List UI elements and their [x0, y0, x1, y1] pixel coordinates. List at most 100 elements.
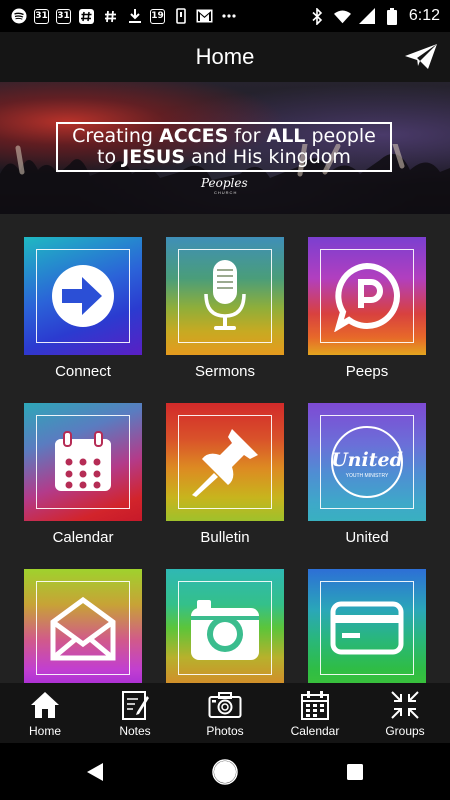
tile-label: Sermons — [194, 363, 256, 380]
calendar-icon — [298, 689, 332, 721]
tile-image — [166, 569, 284, 684]
nav-calendar[interactable]: Calendar — [270, 683, 360, 743]
nav-photos[interactable]: Photos — [180, 683, 270, 743]
tile-frame — [36, 581, 130, 675]
home-system-button[interactable] — [160, 758, 290, 785]
tile-label: Bulletin — [200, 529, 250, 546]
nav-label: Photos — [206, 724, 244, 738]
tagline-bold: JESUS — [122, 146, 186, 168]
tagline-line-2: to JESUS and His kingdom — [97, 147, 351, 168]
tile-image — [24, 403, 142, 521]
signal-icon — [359, 8, 376, 25]
tile-calendar[interactable]: Calendar — [24, 403, 144, 546]
home-icon — [28, 689, 62, 721]
camera-icon — [208, 689, 242, 721]
tagline-text: for — [228, 125, 267, 147]
banner-tagline: Creating ACCES for ALL people to JESUS a… — [56, 122, 392, 172]
church-logo: Peoples — [201, 176, 248, 190]
nav-home[interactable]: Home — [0, 683, 90, 743]
nav-notes[interactable]: Notes — [90, 683, 180, 743]
nav-label: Notes — [119, 724, 151, 738]
tagline-bold: ACCES — [159, 125, 229, 147]
tile-bulletin[interactable]: Bulletin — [166, 403, 286, 546]
tile-image: United YOUTH MINISTRY — [308, 403, 426, 521]
tile-frame — [36, 249, 130, 343]
microphone-icon — [204, 260, 246, 330]
tile-image — [166, 403, 284, 521]
tile-frame — [36, 415, 130, 509]
system-nav-bar — [0, 743, 450, 800]
tile-united[interactable]: United YOUTH MINISTRY United — [308, 403, 428, 546]
more-dots-icon — [220, 8, 237, 25]
tile-frame — [178, 581, 272, 675]
calendar-icon — [55, 431, 111, 491]
tile-label: Connect — [55, 363, 111, 380]
calendar-31-icon: 31 — [56, 8, 71, 24]
back-triangle-icon — [87, 762, 103, 781]
united-logo-sub: YOUTH MINISTRY — [346, 473, 389, 479]
status-bar: 31 31 19 6:12 — [0, 0, 450, 32]
tile-image — [166, 237, 284, 355]
page-title: Home — [195, 44, 255, 69]
download-icon — [126, 8, 143, 25]
slack-icon — [102, 8, 119, 25]
tile-frame — [320, 581, 414, 675]
nav-groups[interactable]: Groups — [360, 683, 450, 743]
arrow-circle-icon — [52, 265, 114, 327]
tile-label: Peeps — [345, 363, 389, 380]
tagline-text: to — [97, 146, 123, 168]
tagline-bold: ALL — [266, 125, 306, 147]
slack-icon — [78, 8, 95, 25]
hero-banner[interactable]: Creating ACCES for ALL people to JESUS a… — [0, 82, 450, 214]
tile-image — [24, 237, 142, 355]
tile-connect[interactable]: Connect — [24, 237, 144, 380]
united-logo-text: United — [331, 449, 403, 471]
system-indicators: 6:12 — [309, 7, 450, 25]
tile-giving[interactable] — [308, 569, 428, 684]
app-bar: Home — [0, 32, 450, 82]
home-circle-icon — [212, 758, 238, 785]
tile-camera[interactable] — [166, 569, 286, 684]
clock: 6:12 — [408, 7, 440, 24]
united-logo-icon: United YOUTH MINISTRY — [331, 426, 403, 498]
nav-label: Home — [28, 724, 61, 738]
tile-image — [308, 569, 426, 684]
tile-sermons[interactable]: Sermons — [166, 237, 286, 380]
recents-button[interactable] — [290, 763, 420, 781]
tile-image — [24, 569, 142, 684]
notes-icon — [118, 689, 152, 721]
gmail-icon — [196, 8, 213, 25]
tile-frame — [320, 249, 414, 343]
tile-frame — [178, 415, 272, 509]
tile-grid: Connect Sermons Peeps Calendar Bulletin … — [0, 214, 450, 684]
wifi-icon — [333, 8, 351, 25]
tile-peeps[interactable]: Peeps — [308, 237, 428, 380]
recents-square-icon — [347, 763, 363, 780]
tagline-text: Creating — [72, 125, 159, 147]
notification-icons: 31 31 19 — [0, 8, 237, 25]
pushpin-icon — [192, 429, 258, 497]
camera-icon — [191, 600, 259, 660]
bluetooth-icon — [309, 7, 326, 25]
credit-card-icon — [330, 601, 404, 655]
spotify-icon — [10, 8, 27, 25]
tile-image — [308, 237, 426, 355]
battery-icon — [384, 7, 401, 25]
bottom-nav: Home Notes Photos Calendar Groups — [0, 683, 450, 743]
tagline-text: people — [305, 125, 376, 147]
back-button[interactable] — [30, 762, 160, 782]
tagline-text: and His kingdom — [185, 146, 351, 168]
tagline-line-1: Creating ACCES for ALL people — [72, 126, 376, 147]
chat-bubble-icon — [334, 262, 400, 332]
tile-messages[interactable] — [24, 569, 144, 684]
tile-label: Calendar — [52, 529, 114, 546]
tile-frame: United YOUTH MINISTRY — [320, 415, 414, 509]
card-icon — [172, 8, 189, 25]
tile-label: United — [345, 529, 389, 546]
nav-label: Groups — [385, 724, 425, 738]
envelope-icon — [50, 596, 116, 661]
send-button[interactable] — [404, 42, 438, 72]
photo-icon: 19 — [150, 8, 165, 24]
calendar-31-icon: 31 — [34, 8, 49, 24]
paper-plane-icon — [405, 44, 437, 69]
